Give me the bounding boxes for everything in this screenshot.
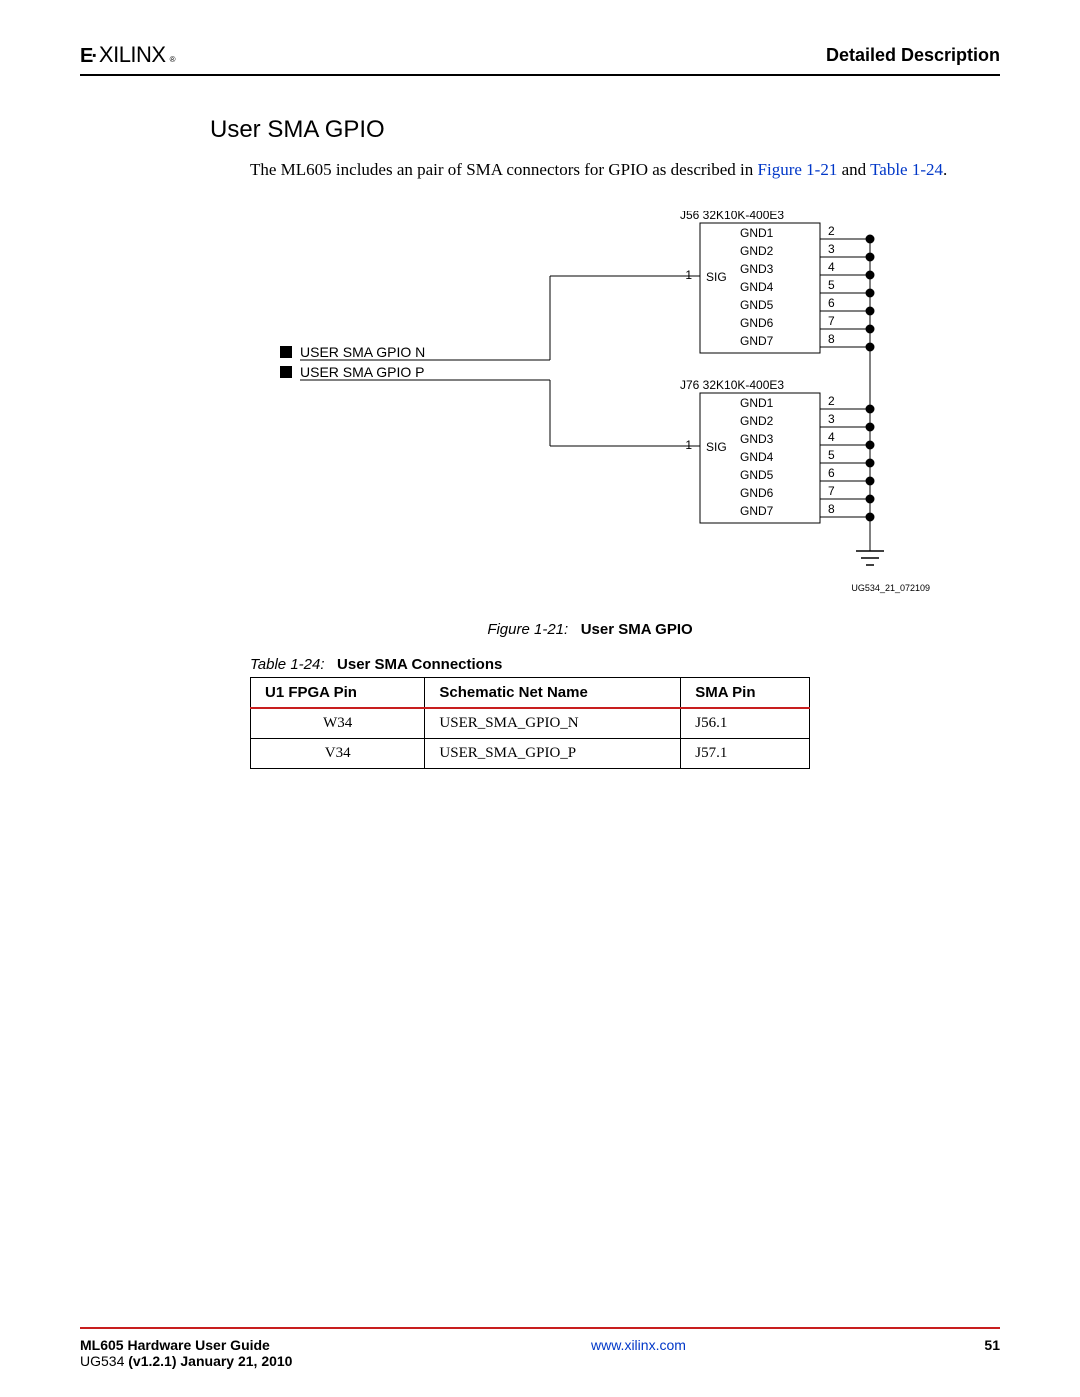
table-link[interactable]: Table 1-24 [870, 160, 943, 179]
svg-text:GND5: GND5 [740, 298, 774, 312]
footer-left: ML605 Hardware User Guide UG534 (v1.2.1)… [80, 1337, 292, 1369]
svg-text:2: 2 [828, 394, 835, 408]
svg-text:1: 1 [685, 438, 692, 452]
svg-text:GND2: GND2 [740, 414, 774, 428]
svg-text:GND4: GND4 [740, 280, 774, 294]
section-body: The ML605 includes an pair of SMA connec… [250, 158, 970, 183]
svg-text:GND5: GND5 [740, 468, 774, 482]
svg-text:GND6: GND6 [740, 316, 774, 330]
net-label-n: USER SMA GPIO N [300, 344, 425, 360]
footer-doc-sub: UG534 (v1.2.1) January 21, 2010 [80, 1353, 292, 1369]
svg-text:GND3: GND3 [740, 262, 774, 276]
cell-fpga-pin: V34 [251, 738, 425, 768]
page-header: E∙ XILINX ® Detailed Description [80, 42, 1000, 76]
logo-text: XILINX [99, 42, 166, 68]
col-sma-pin: SMA Pin [681, 677, 810, 708]
svg-text:GND7: GND7 [740, 334, 774, 348]
net-label-p: USER SMA GPIO P [300, 364, 424, 380]
logo-glyph-icon: E∙ [80, 45, 95, 68]
svg-text:J76 32K10K-400E3: J76 32K10K-400E3 [680, 378, 784, 392]
svg-text:GND1: GND1 [740, 396, 774, 410]
body-text-pre: The ML605 includes an pair of SMA connec… [250, 160, 758, 179]
header-chapter-label: Detailed Description [826, 45, 1000, 66]
figure-link[interactable]: Figure 1-21 [758, 160, 838, 179]
section-title: User SMA GPIO [210, 116, 1000, 144]
svg-text:7: 7 [828, 314, 835, 328]
footer-version-date: (v1.2.1) January 21, 2010 [128, 1353, 292, 1369]
svg-text:4: 4 [828, 430, 835, 444]
svg-text:6: 6 [828, 296, 835, 310]
footer-url-link[interactable]: www.xilinx.com [591, 1337, 686, 1353]
ground-icon [856, 551, 884, 565]
figure-caption-title: User SMA GPIO [581, 621, 693, 638]
footer-page-number: 51 [984, 1337, 1000, 1353]
svg-text:GND3: GND3 [740, 432, 774, 446]
figure-caption: Figure 1-21: User SMA GPIO [210, 621, 970, 638]
svg-text:GND1: GND1 [740, 226, 774, 240]
table-header-row: U1 FPGA Pin Schematic Net Name SMA Pin [251, 677, 810, 708]
page-footer: ML605 Hardware User Guide UG534 (v1.2.1)… [80, 1327, 1000, 1369]
cell-sma-pin: J56.1 [681, 708, 810, 739]
svg-text:3: 3 [828, 242, 835, 256]
table-caption: Table 1-24: User SMA Connections [250, 656, 1000, 673]
svg-text:5: 5 [828, 278, 835, 292]
svg-text:6: 6 [828, 466, 835, 480]
svg-text:3: 3 [828, 412, 835, 426]
pin-table: U1 FPGA Pin Schematic Net Name SMA Pin W… [250, 677, 810, 769]
schematic-ref: UG534_21_072109 [851, 583, 930, 593]
svg-text:1: 1 [685, 268, 692, 282]
table-caption-prefix: Table 1-24: [250, 656, 325, 673]
svg-text:GND6: GND6 [740, 486, 774, 500]
svg-text:J56 32K10K-400E3: J56 32K10K-400E3 [680, 211, 784, 222]
table-row: W34 USER_SMA_GPIO_N J56.1 [251, 708, 810, 739]
table-row: V34 USER_SMA_GPIO_P J57.1 [251, 738, 810, 768]
body-text-post: . [943, 160, 947, 179]
svg-text:8: 8 [828, 332, 835, 346]
table-caption-title: User SMA Connections [337, 656, 502, 673]
svg-text:GND7: GND7 [740, 504, 774, 518]
svg-text:5: 5 [828, 448, 835, 462]
col-net-name: Schematic Net Name [425, 677, 681, 708]
cell-net-name: USER_SMA_GPIO_P [425, 738, 681, 768]
schematic-figure: USER SMA GPIO N USER SMA GPIO P J56 32K1… [210, 211, 970, 638]
cell-sma-pin: J57.1 [681, 738, 810, 768]
figure-caption-prefix: Figure 1-21: [487, 621, 568, 638]
col-fpga-pin: U1 FPGA Pin [251, 677, 425, 708]
svg-text:8: 8 [828, 502, 835, 516]
svg-text:4: 4 [828, 260, 835, 274]
cell-fpga-pin: W34 [251, 708, 425, 739]
svg-text:7: 7 [828, 484, 835, 498]
cell-net-name: USER_SMA_GPIO_N [425, 708, 681, 739]
logo-registered: ® [170, 55, 176, 64]
connector-j56: J56 32K10K-400E3 1 SIG GND1 2 GND2 3 GND3 4… [680, 211, 874, 353]
xilinx-logo: E∙ XILINX ® [80, 42, 176, 68]
body-text-mid: and [842, 160, 871, 179]
svg-text:2: 2 [828, 224, 835, 238]
connector-j76: J76 32K10K-400E3 1 SIG GND1 2 GND2 3 GND3 4… [680, 378, 874, 523]
schematic-svg: USER SMA GPIO N USER SMA GPIO P J56 32K1… [230, 211, 950, 611]
svg-text:GND4: GND4 [740, 450, 774, 464]
footer-docnum: UG534 [80, 1353, 128, 1369]
footer-doc-title: ML605 Hardware User Guide [80, 1337, 292, 1353]
page: E∙ XILINX ® Detailed Description User SM… [0, 0, 1080, 1397]
svg-text:SIG: SIG [706, 440, 727, 454]
svg-text:GND2: GND2 [740, 244, 774, 258]
svg-text:SIG: SIG [706, 270, 727, 284]
